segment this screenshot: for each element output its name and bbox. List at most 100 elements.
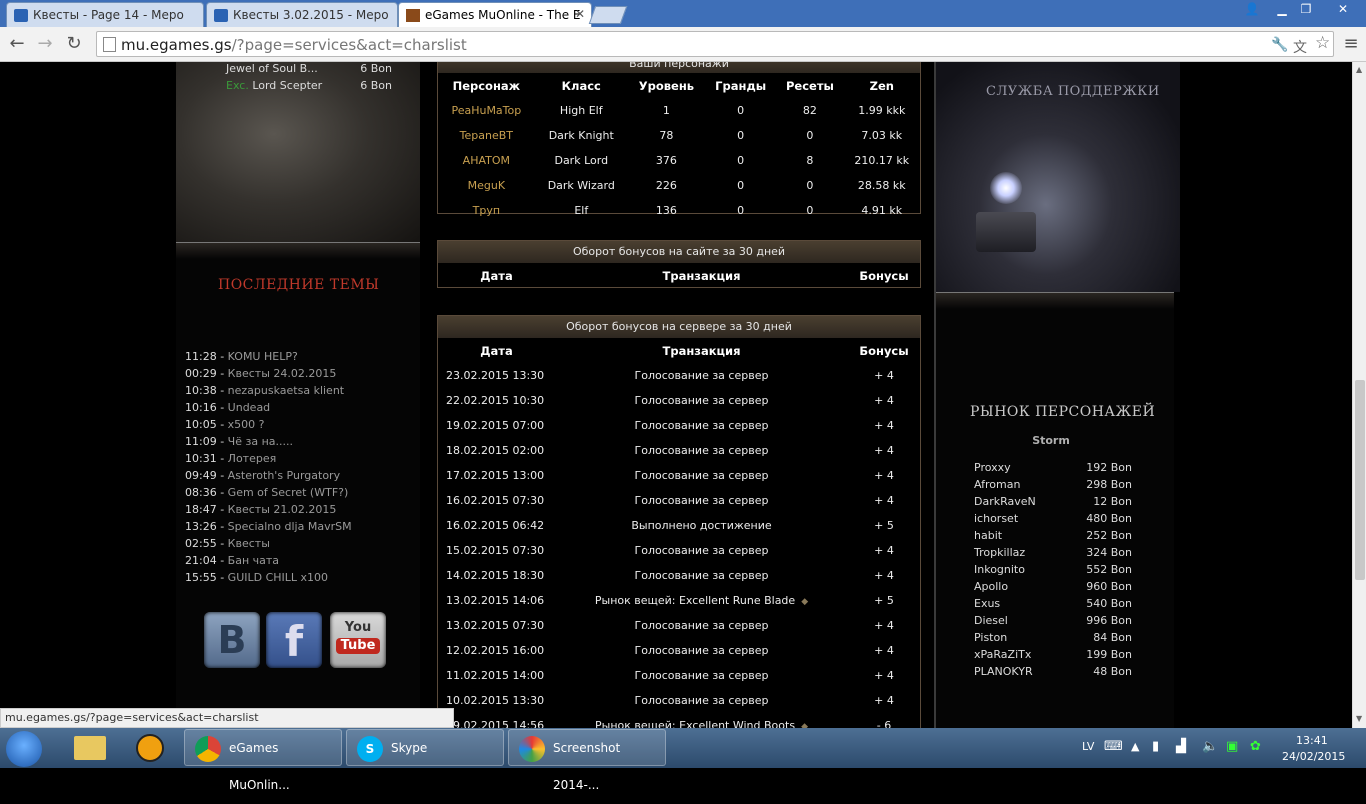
character-link[interactable]: Труп: [438, 198, 535, 223]
transaction-text: Голосование за сервер: [634, 694, 769, 707]
egames-favicon-icon: [406, 9, 420, 22]
browser-tabbar: Квесты - Page 14 - Меро Квесты 3.02.2015…: [0, 0, 1366, 27]
back-arrow-icon[interactable]: ←: [6, 33, 28, 55]
keyboard-icon[interactable]: ⌨: [1104, 739, 1123, 754]
network-icon[interactable]: ▟: [1176, 739, 1186, 754]
page-scrollbar[interactable]: ▲ ▼: [1352, 62, 1366, 728]
recent-topics-title: ПОСЛЕДНИЕ ТЕМЫ: [218, 277, 380, 293]
table-row: 18.02.2015 02:00 Голосование за сервер + 4: [438, 438, 920, 463]
topic-item[interactable]: 21:04 - Бан чата: [185, 554, 279, 567]
table-row: AHATOM Dark Lord 376 0 8 210.17 kk: [438, 148, 920, 173]
topic-item[interactable]: 18:47 - Квесты 21.02.2015: [185, 503, 336, 516]
scroll-down-icon[interactable]: ▼: [1356, 714, 1362, 723]
forward-arrow-icon[interactable]: →: [34, 33, 56, 55]
clock-date[interactable]: 24/02/2015: [1282, 750, 1345, 763]
tab-quests-page14[interactable]: Квесты - Page 14 - Меро: [6, 2, 204, 27]
tab-quests-date[interactable]: Квесты 3.02.2015 - Меро: [206, 2, 398, 27]
character-link[interactable]: AHATOM: [438, 148, 535, 173]
volume-icon[interactable]: 🔈: [1202, 739, 1218, 754]
transaction-desc: Голосование за сервер: [555, 563, 848, 588]
character-link[interactable]: PeaHuMaTop: [438, 98, 535, 123]
transaction-desc: Голосование за сервер: [555, 438, 848, 463]
task-skype[interactable]: S Skype: [346, 729, 504, 766]
clock-time[interactable]: 13:41: [1296, 734, 1328, 747]
item-info-icon[interactable]: ◆: [801, 597, 808, 607]
transaction-text: Голосование за сервер: [634, 494, 769, 507]
market-item[interactable]: Diesel 996 Bon: [974, 614, 1132, 627]
market-item[interactable]: Piston 84 Bon: [974, 631, 1132, 644]
topic-item[interactable]: 10:16 - Undead: [185, 401, 270, 414]
task-paint[interactable]: Screenshot 2014-...: [508, 729, 666, 792]
right-sidebar: СЛУЖБА ПОДДЕРЖКИ РЫНОК ПЕРСОНАЖЕЙ Storm …: [934, 62, 1180, 728]
topic-item[interactable]: 10:31 - Лотерея: [185, 452, 276, 465]
market-item[interactable]: Tropkillaz 324 Bon: [974, 546, 1132, 559]
user-icon[interactable]: 👤: [1238, 0, 1266, 20]
market-item[interactable]: DarkRaveN 12 Bon: [974, 495, 1132, 508]
chrome-icon: [195, 736, 221, 762]
transaction-desc: Голосование за сервер: [555, 663, 848, 688]
character-link[interactable]: TepaneBT: [438, 123, 535, 148]
start-button[interactable]: [6, 731, 42, 767]
support-title[interactable]: СЛУЖБА ПОДДЕРЖКИ: [986, 84, 1160, 99]
status-url: mu.egames.gs/?page=services&act=charslis…: [0, 708, 454, 728]
transaction-amount: + 4: [874, 694, 894, 707]
battery-icon[interactable]: ▮: [1152, 739, 1159, 754]
task-chrome[interactable]: eGames MuOnlin...: [184, 729, 342, 792]
tab-egames[interactable]: eGames MuOnline - The E ✕: [398, 2, 592, 27]
character-link[interactable]: MeguK: [438, 173, 535, 198]
close-window-icon[interactable]: ✕: [1326, 0, 1360, 20]
close-tab-icon[interactable]: ✕: [575, 7, 585, 21]
topic-item[interactable]: 10:38 - nezapuskaetsa klient: [185, 384, 344, 397]
transaction-amount: + 4: [874, 544, 894, 557]
shop-item[interactable]: Exc. Lord Scepter 6 Bon: [226, 79, 406, 92]
facebook-button[interactable]: f: [266, 612, 322, 668]
plugin-icon[interactable]: 🔧: [1271, 37, 1288, 53]
transaction-desc: Рынок вещей: Excellent Wind Boots ◆: [555, 713, 848, 728]
vk-button[interactable]: B: [204, 612, 260, 668]
transaction-text: Голосование за сервер: [634, 569, 769, 582]
taskbar: eGames MuOnlin... S Skype Screenshot 201…: [0, 728, 1366, 792]
transaction-amount: + 4: [874, 394, 894, 407]
topic-item[interactable]: 00:29 - Квесты 24.02.2015: [185, 367, 336, 380]
shop-item[interactable]: Jewel of Soul B... 6 Bon: [226, 62, 406, 75]
market-item[interactable]: habit 252 Bon: [974, 529, 1132, 542]
vlc-icon[interactable]: [124, 730, 180, 766]
translate-icon[interactable]: 文: [1293, 37, 1307, 57]
transaction-desc: Рынок вещей: Excellent Rune Blade ◆: [555, 588, 848, 613]
reload-icon[interactable]: ↻: [63, 33, 85, 55]
topic-item[interactable]: 09:49 - Asteroth's Purgatory: [185, 469, 340, 482]
transaction-date: 12.02.2015 16:00: [446, 644, 545, 657]
address-bar[interactable]: mu.egames.gs/?page=services&act=charslis…: [96, 31, 1334, 57]
topic-item[interactable]: 11:09 - Чё за на.....: [185, 435, 293, 448]
menu-icon[interactable]: ≡: [1340, 33, 1362, 55]
show-hidden-icon[interactable]: ▲: [1131, 740, 1139, 753]
topic-item[interactable]: 13:26 - Specialno dlja MavrSM: [185, 520, 352, 533]
new-tab-button[interactable]: [588, 6, 628, 24]
maximize-icon[interactable]: ❐: [1292, 0, 1320, 20]
scroll-up-icon[interactable]: ▲: [1356, 65, 1362, 74]
transaction-date: 17.02.2015 13:00: [446, 469, 545, 482]
youtube-button[interactable]: You Tube: [330, 612, 386, 668]
topic-item[interactable]: 11:28 - KOMU HELP?: [185, 350, 298, 363]
market-item[interactable]: Exus 540 Bon: [974, 597, 1132, 610]
transaction-date: 11.02.2015 14:00: [446, 669, 545, 682]
market-item[interactable]: PLANOKYR 48 Bon: [974, 665, 1132, 678]
scrollbar-thumb[interactable]: [1355, 380, 1365, 580]
market-item[interactable]: xPaRaZiTx 199 Bon: [974, 648, 1132, 661]
market-item[interactable]: ichorset 480 Bon: [974, 512, 1132, 525]
language-indicator[interactable]: LV: [1082, 740, 1094, 753]
app-tray-icon[interactable]: ▣: [1226, 739, 1238, 754]
topic-item[interactable]: 10:05 - x500 ?: [185, 418, 265, 431]
tray-status-icon[interactable]: ✿: [1250, 739, 1261, 754]
table-row: 22.02.2015 10:30 Голосование за сервер + 4: [438, 388, 920, 413]
market-item[interactable]: Inkognito 552 Bon: [974, 563, 1132, 576]
bookmark-star-icon[interactable]: ☆: [1315, 33, 1330, 53]
topic-item[interactable]: 08:36 - Gem of Secret (WTF?): [185, 486, 348, 499]
market-item[interactable]: Afroman 298 Bon: [974, 478, 1132, 491]
market-item[interactable]: Proxxy 192 Bon: [974, 461, 1132, 474]
market-item[interactable]: Apollo 960 Bon: [974, 580, 1132, 593]
table-row: 12.02.2015 16:00 Голосование за сервер + 4: [438, 638, 920, 663]
explorer-icon[interactable]: [62, 730, 118, 766]
topic-item[interactable]: 02:55 - Квесты: [185, 537, 270, 550]
topic-item[interactable]: 15:55 - GUILD CHILL x100: [185, 571, 328, 584]
